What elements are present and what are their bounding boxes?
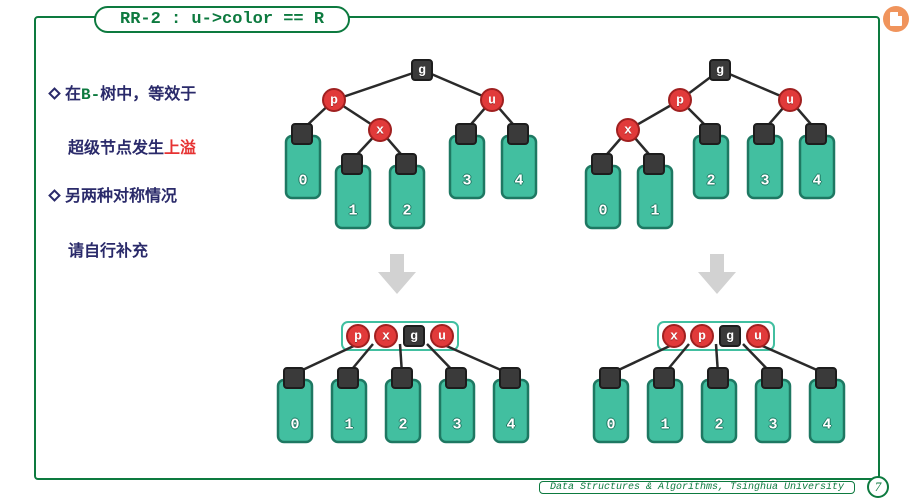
rb-tree-bottom-right: x p g u 0 1 2 3 4 [576,318,868,458]
page-number: 7 [867,476,889,498]
rb-tree-top-left: g p u x 0 1 2 3 4 [272,58,564,228]
cluster-3: u [438,329,446,344]
arrow-down-icon [694,250,740,296]
node-g: g [716,63,724,78]
cluster-0: x [670,329,678,344]
leaf-0: 0 [598,203,607,220]
node-u: u [488,93,496,108]
leaf-2: 2 [706,173,715,190]
cluster-3: u [754,329,762,344]
leaf-2: 2 [402,203,411,220]
node-x: x [624,123,632,138]
doc-icon [883,6,909,32]
leaf-1: 1 [660,417,669,434]
leaf-0: 0 [298,173,307,190]
bullet-1: 在B-树中，等效于 [50,84,270,106]
diamond-icon [48,190,61,203]
leaf-2: 2 [398,417,407,434]
diamond-icon [48,87,61,100]
slide: RR-2 : u->color == R 在B-树中，等效于 超级节点发生上溢 … [0,0,915,500]
leaf-4: 4 [822,417,831,434]
leaf-1: 1 [348,203,357,220]
bullet-2-sub: 请自行补充 [68,237,270,261]
cluster-1: x [382,329,390,344]
bullet-2: 另两种对称情况 [50,186,270,208]
arrow-down-icon [374,250,420,296]
bullet-1-sub: 超级节点发生上溢 [68,134,270,158]
leaf-4: 4 [812,173,821,190]
leaf-4: 4 [514,173,523,190]
leaf-1: 1 [650,203,659,220]
node-p: p [330,93,338,108]
leaf-0: 0 [290,417,299,434]
leaf-3: 3 [462,173,471,190]
leaf-0: 0 [606,417,615,434]
cluster-2: g [410,329,418,344]
leaf-3: 3 [760,173,769,190]
leaf-3: 3 [452,417,461,434]
node-u: u [786,93,794,108]
cluster-1: p [698,329,706,344]
leaf-1: 1 [344,417,353,434]
cluster-2: g [726,329,734,344]
leaf-2: 2 [714,417,723,434]
node-g: g [418,63,426,78]
cluster-0: p [354,329,362,344]
rb-tree-bottom-left: p x g u 0 1 2 3 4 [260,318,552,458]
leaf-4: 4 [506,417,515,434]
leaf-3: 3 [768,417,777,434]
rb-tree-top-right: g p u x 0 1 2 3 4 [576,58,868,228]
footer-text: Data Structures & Algorithms, Tsinghua U… [539,481,855,494]
slide-title: RR-2 : u->color == R [94,6,350,33]
bullet-area: 在B-树中，等效于 超级节点发生上溢 另两种对称情况 请自行补充 [50,84,270,289]
node-p: p [676,93,684,108]
node-x: x [376,123,384,138]
